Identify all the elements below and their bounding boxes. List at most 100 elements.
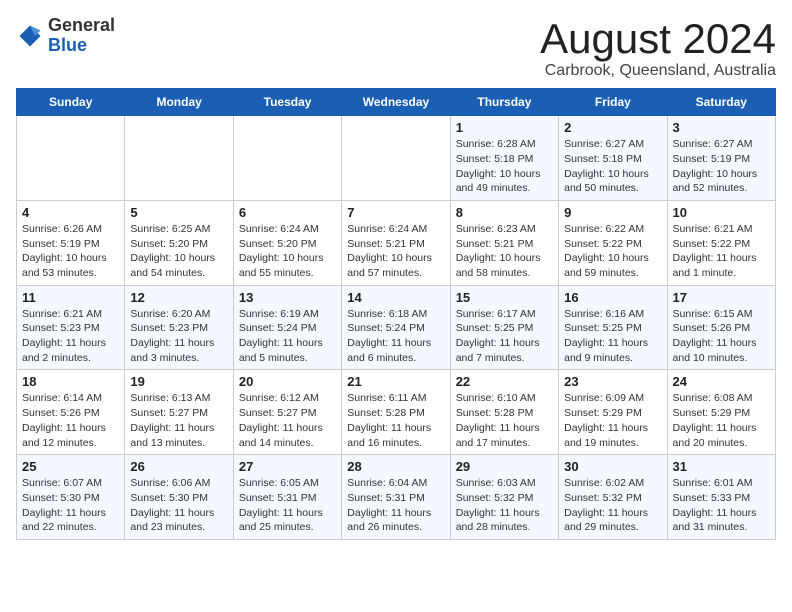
calendar-cell: 18 Sunrise: 6:14 AM Sunset: 5:26 PM Dayli… [17,370,125,455]
day-info: Sunrise: 6:27 AM Sunset: 5:18 PM Dayligh… [564,137,661,196]
day-number: 11 [22,290,119,305]
weekday-header-monday: Monday [125,89,233,116]
day-info: Sunrise: 6:24 AM Sunset: 5:20 PM Dayligh… [239,222,336,281]
day-info: Sunrise: 6:03 AM Sunset: 5:32 PM Dayligh… [456,476,553,535]
day-number: 8 [456,205,553,220]
day-number: 31 [673,459,770,474]
logo: General Blue [16,16,115,56]
day-number: 25 [22,459,119,474]
day-number: 17 [673,290,770,305]
calendar-table: SundayMondayTuesdayWednesdayThursdayFrid… [16,88,776,540]
logo-blue: Blue [48,35,87,55]
weekday-header-saturday: Saturday [667,89,775,116]
day-info: Sunrise: 6:16 AM Sunset: 5:25 PM Dayligh… [564,307,661,366]
day-number: 30 [564,459,661,474]
day-info: Sunrise: 6:25 AM Sunset: 5:20 PM Dayligh… [130,222,227,281]
day-info: Sunrise: 6:13 AM Sunset: 5:27 PM Dayligh… [130,391,227,450]
day-info: Sunrise: 6:14 AM Sunset: 5:26 PM Dayligh… [22,391,119,450]
day-number: 16 [564,290,661,305]
day-info: Sunrise: 6:24 AM Sunset: 5:21 PM Dayligh… [347,222,444,281]
calendar-cell: 11 Sunrise: 6:21 AM Sunset: 5:23 PM Dayli… [17,285,125,370]
calendar-body: 1 Sunrise: 6:28 AM Sunset: 5:18 PM Daylig… [17,116,776,540]
weekday-header-row: SundayMondayTuesdayWednesdayThursdayFrid… [17,89,776,116]
day-number: 24 [673,374,770,389]
day-number: 23 [564,374,661,389]
weekday-header-wednesday: Wednesday [342,89,450,116]
day-number: 2 [564,120,661,135]
day-info: Sunrise: 6:20 AM Sunset: 5:23 PM Dayligh… [130,307,227,366]
calendar-cell: 24 Sunrise: 6:08 AM Sunset: 5:29 PM Dayli… [667,370,775,455]
calendar-cell: 29 Sunrise: 6:03 AM Sunset: 5:32 PM Dayli… [450,455,558,540]
calendar-cell [342,116,450,201]
day-number: 10 [673,205,770,220]
day-info: Sunrise: 6:26 AM Sunset: 5:19 PM Dayligh… [22,222,119,281]
calendar-week-3: 11 Sunrise: 6:21 AM Sunset: 5:23 PM Dayli… [17,285,776,370]
day-number: 12 [130,290,227,305]
day-info: Sunrise: 6:09 AM Sunset: 5:29 PM Dayligh… [564,391,661,450]
day-info: Sunrise: 6:06 AM Sunset: 5:30 PM Dayligh… [130,476,227,535]
day-info: Sunrise: 6:23 AM Sunset: 5:21 PM Dayligh… [456,222,553,281]
logo-general: General [48,15,115,35]
day-info: Sunrise: 6:11 AM Sunset: 5:28 PM Dayligh… [347,391,444,450]
calendar-cell: 19 Sunrise: 6:13 AM Sunset: 5:27 PM Dayli… [125,370,233,455]
calendar-cell: 3 Sunrise: 6:27 AM Sunset: 5:19 PM Daylig… [667,116,775,201]
day-info: Sunrise: 6:04 AM Sunset: 5:31 PM Dayligh… [347,476,444,535]
calendar-cell: 28Sunrise: 6:04 AM Sunset: 5:31 PM Dayli… [342,455,450,540]
day-number: 9 [564,205,661,220]
calendar-cell [125,116,233,201]
weekday-header-thursday: Thursday [450,89,558,116]
calendar-cell: 1 Sunrise: 6:28 AM Sunset: 5:18 PM Daylig… [450,116,558,201]
calendar-cell: 6 Sunrise: 6:24 AM Sunset: 5:20 PM Daylig… [233,200,341,285]
day-number: 7 [347,205,444,220]
location-title: Carbrook, Queensland, Australia [540,62,776,80]
calendar-cell: 12 Sunrise: 6:20 AM Sunset: 5:23 PM Dayli… [125,285,233,370]
day-number: 29 [456,459,553,474]
day-info: Sunrise: 6:05 AM Sunset: 5:31 PM Dayligh… [239,476,336,535]
day-info: Sunrise: 6:08 AM Sunset: 5:29 PM Dayligh… [673,391,770,450]
calendar-cell: 10Sunrise: 6:21 AM Sunset: 5:22 PM Dayli… [667,200,775,285]
day-info: Sunrise: 6:18 AM Sunset: 5:24 PM Dayligh… [347,307,444,366]
day-info: Sunrise: 6:12 AM Sunset: 5:27 PM Dayligh… [239,391,336,450]
day-number: 19 [130,374,227,389]
calendar-cell: 31 Sunrise: 6:01 AM Sunset: 5:33 PM Dayli… [667,455,775,540]
day-number: 27 [239,459,336,474]
calendar-header: SundayMondayTuesdayWednesdayThursdayFrid… [17,89,776,116]
weekday-header-sunday: Sunday [17,89,125,116]
calendar-cell: 2 Sunrise: 6:27 AM Sunset: 5:18 PM Daylig… [559,116,667,201]
day-info: Sunrise: 6:21 AM Sunset: 5:23 PM Dayligh… [22,307,119,366]
day-number: 22 [456,374,553,389]
calendar-cell: 25 Sunrise: 6:07 AM Sunset: 5:30 PM Dayli… [17,455,125,540]
day-number: 26 [130,459,227,474]
calendar-cell: 8 Sunrise: 6:23 AM Sunset: 5:21 PM Daylig… [450,200,558,285]
day-number: 15 [456,290,553,305]
day-info: Sunrise: 6:01 AM Sunset: 5:33 PM Dayligh… [673,476,770,535]
day-number: 6 [239,205,336,220]
weekday-header-friday: Friday [559,89,667,116]
page-header: General Blue August 2024 Carbrook, Queen… [16,16,776,80]
calendar-week-4: 18 Sunrise: 6:14 AM Sunset: 5:26 PM Dayli… [17,370,776,455]
calendar-cell: 7 Sunrise: 6:24 AM Sunset: 5:21 PM Daylig… [342,200,450,285]
day-info: Sunrise: 6:07 AM Sunset: 5:30 PM Dayligh… [22,476,119,535]
calendar-cell: 4 Sunrise: 6:26 AM Sunset: 5:19 PM Daylig… [17,200,125,285]
calendar-cell: 26 Sunrise: 6:06 AM Sunset: 5:30 PM Dayli… [125,455,233,540]
day-number: 21 [347,374,444,389]
calendar-cell: 16 Sunrise: 6:16 AM Sunset: 5:25 PM Dayli… [559,285,667,370]
calendar-cell: 15Sunrise: 6:17 AM Sunset: 5:25 PM Dayli… [450,285,558,370]
day-number: 4 [22,205,119,220]
calendar-cell: 5Sunrise: 6:25 AM Sunset: 5:20 PM Daylig… [125,200,233,285]
month-title: August 2024 [540,16,776,62]
day-info: Sunrise: 6:22 AM Sunset: 5:22 PM Dayligh… [564,222,661,281]
calendar-cell: 14Sunrise: 6:18 AM Sunset: 5:24 PM Dayli… [342,285,450,370]
calendar-week-5: 25 Sunrise: 6:07 AM Sunset: 5:30 PM Dayli… [17,455,776,540]
day-number: 1 [456,120,553,135]
day-info: Sunrise: 6:10 AM Sunset: 5:28 PM Dayligh… [456,391,553,450]
calendar-cell: 20Sunrise: 6:12 AM Sunset: 5:27 PM Dayli… [233,370,341,455]
day-number: 18 [22,374,119,389]
day-number: 3 [673,120,770,135]
calendar-week-1: 1 Sunrise: 6:28 AM Sunset: 5:18 PM Daylig… [17,116,776,201]
calendar-cell: 23 Sunrise: 6:09 AM Sunset: 5:29 PM Dayli… [559,370,667,455]
day-info: Sunrise: 6:28 AM Sunset: 5:18 PM Dayligh… [456,137,553,196]
day-info: Sunrise: 6:27 AM Sunset: 5:19 PM Dayligh… [673,137,770,196]
calendar-cell: 30Sunrise: 6:02 AM Sunset: 5:32 PM Dayli… [559,455,667,540]
calendar-cell [233,116,341,201]
